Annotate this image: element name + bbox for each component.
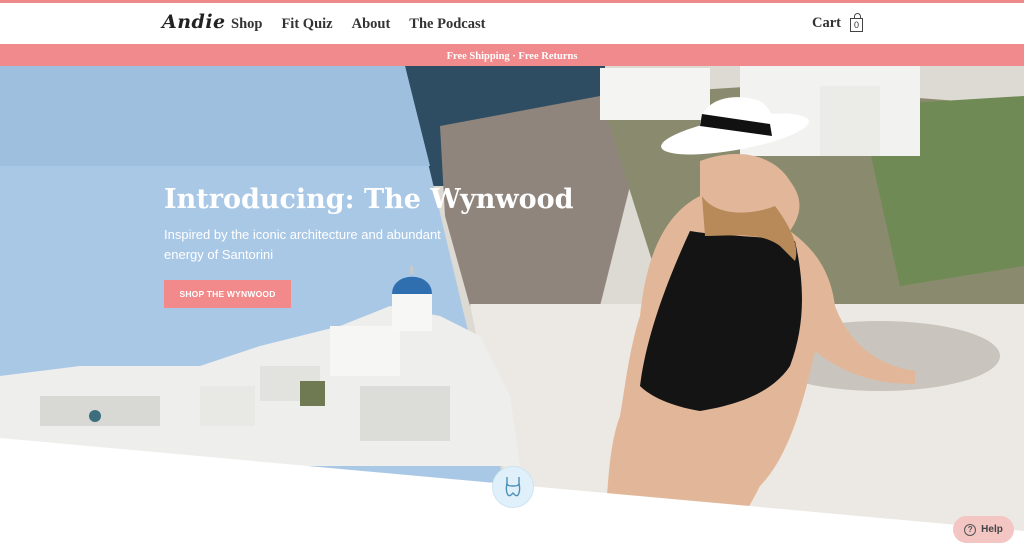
site-header: Andie Shop Fit Quiz About The Podcast Ca… — [0, 3, 1024, 44]
main-nav: Shop Fit Quiz About The Podcast — [231, 16, 504, 33]
cart-count: 0 — [853, 20, 859, 30]
nav-item-shop[interactable]: Shop — [231, 16, 262, 33]
door-arch — [89, 410, 101, 422]
swimsuit-icon — [505, 477, 521, 497]
village-wall — [40, 396, 160, 426]
sky-upper — [0, 66, 430, 166]
promo-bar: Free Shipping · Free Returns — [0, 44, 1024, 66]
village-house-2 — [200, 386, 255, 426]
white-building-1 — [600, 68, 710, 120]
question-icon: ? — [964, 523, 977, 536]
scroll-down-badge[interactable] — [492, 466, 534, 508]
church-cross — [410, 266, 413, 274]
church-base — [330, 326, 400, 376]
hero-title: Introducing: The Wynwood — [164, 184, 574, 215]
shopping-bag-icon: 0 — [850, 13, 863, 32]
cart-label: Cart — [812, 15, 841, 31]
white-building-3 — [820, 86, 880, 156]
help-button[interactable]: ? Help — [953, 516, 1014, 543]
nav-item-about[interactable]: About — [352, 16, 391, 33]
nav-item-podcast[interactable]: The Podcast — [409, 16, 485, 33]
tree — [300, 381, 325, 406]
hero-subtitle: Inspired by the iconic architecture and … — [164, 227, 441, 262]
nav-item-fit-quiz[interactable]: Fit Quiz — [281, 16, 332, 33]
brand-logo[interactable]: Andie — [162, 11, 226, 33]
help-label: Help — [981, 524, 1003, 535]
shop-wynwood-button[interactable]: SHOP THE WYNWOOD — [164, 280, 291, 308]
promo-text: Free Shipping · Free Returns — [446, 51, 578, 62]
cart-button[interactable]: Cart 0 — [812, 13, 863, 32]
church-tower — [392, 291, 432, 331]
village-house-3 — [360, 386, 450, 441]
